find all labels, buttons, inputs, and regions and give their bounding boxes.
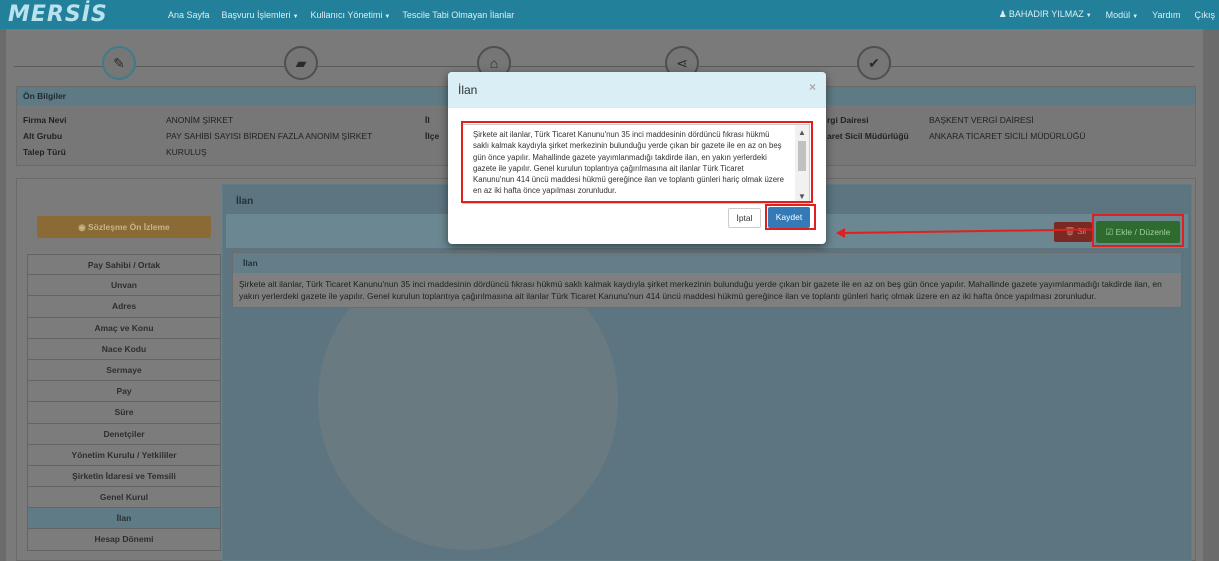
nav-yardim[interactable]: Yardım [1152, 10, 1180, 20]
ilce-label: İlçe [425, 131, 440, 141]
ilan-section-title: İlan [236, 196, 254, 207]
menu-item-ilan[interactable]: İlan [27, 508, 221, 530]
highlight-box-textarea [461, 121, 813, 203]
sicil-mudurlugu-value: ANKARA TİCARET SİCİLİ MÜDÜRLÜĞÜ [929, 131, 1086, 141]
nav-kullanici-yonetimi[interactable]: Kullanıcı Yönetimi ▼ [311, 10, 391, 20]
pencil-icon[interactable]: ✎ [102, 46, 136, 80]
modal-title: İlan [458, 83, 478, 97]
menu-item-amac-konu[interactable]: Amaç ve Konu [27, 317, 221, 339]
menu-item-pay-sahibi[interactable]: Pay Sahibi / Ortak [27, 254, 221, 276]
folder-open-icon[interactable]: ▰ [284, 46, 318, 80]
menu-item-genel-kurul[interactable]: Genel Kurul [27, 487, 221, 509]
close-icon[interactable]: × [809, 80, 816, 94]
top-navbar: MERSİS Ana Sayfa Başvuru İşlemleri ▼ Kull… [0, 0, 1219, 29]
menu-item-pay[interactable]: Pay [27, 381, 221, 403]
vergi-dairesi-value: BAŞKENT VERGİ DAİRESİ [929, 115, 1034, 125]
nav-cikis[interactable]: Çıkış [1194, 10, 1215, 20]
ilan-table: İlan Şirkete ait ilanlar, Türk Ticaret K… [232, 252, 1182, 308]
nav-right-group: ♟ BAHADIR YILMAZ ▼ Modül ▼ Yardım Çıkış [985, 0, 1215, 29]
highlight-box-ekle [1092, 214, 1184, 247]
chevron-down-icon: ▼ [1085, 13, 1092, 19]
mersis-logo[interactable]: MERSİS [8, 2, 168, 27]
menu-item-nace-kodu[interactable]: Nace Kodu [27, 338, 221, 360]
highlight-box-kaydet [765, 204, 816, 230]
chevron-down-icon: ▼ [1132, 13, 1139, 20]
talep-turu-value: KURULUŞ [166, 147, 207, 157]
nav-modul-label: Modül [1105, 9, 1131, 20]
sozlesme-on-izleme-button[interactable]: ◉ Sözleşme Ön İzleme [37, 216, 211, 238]
eye-icon: ◉ [78, 222, 89, 232]
ilan-table-header: İlan [233, 253, 1181, 273]
talep-turu-label: Talep Türü [23, 147, 66, 157]
nav-kullanici-label: Kullanıcı Yönetimi [310, 9, 383, 20]
annotation-arrow-head [836, 228, 845, 238]
nav-tescile-tabi[interactable]: Tescile Tabi Olmayan İlanlar [402, 10, 514, 20]
nav-modul-menu[interactable]: Modül ▼ [1106, 10, 1138, 20]
menu-item-unvan[interactable]: Unvan [27, 275, 221, 297]
ilan-table-cell: Şirkete ait ilanlar, Türk Ticaret Kanunu… [239, 279, 1162, 301]
menu-item-denetciler[interactable]: Denetçiler [27, 423, 221, 445]
check-icon[interactable]: ✔ [857, 46, 891, 80]
chevron-down-icon: ▼ [384, 13, 391, 20]
nav-ana-sayfa[interactable]: Ana Sayfa [168, 10, 210, 20]
firma-nevi-value: ANONİM ŞİRKET [166, 115, 234, 125]
menu-item-sermaye[interactable]: Sermaye [27, 359, 221, 382]
menu-item-hesap-donemi[interactable]: Hesap Dönemi [27, 529, 221, 551]
menu-item-sirketin-idaresi[interactable]: Şirketin İdaresi ve Temsili [27, 465, 221, 488]
menu-item-adres[interactable]: Adres [27, 296, 221, 318]
vergi-dairesi-label: rgi Dairesi [827, 115, 869, 125]
menu-item-yonetim-kurulu[interactable]: Yönetim Kurulu / Yetkililer [27, 444, 221, 466]
il-label: İl [425, 115, 430, 125]
wizard-line [14, 66, 1194, 67]
nav-basvuru-label: Başvuru İşlemleri [221, 9, 291, 20]
nav-user-label: BAHADIR YILMAZ [1008, 9, 1084, 19]
iptal-button[interactable]: İptal [728, 208, 761, 228]
user-icon: ♟ [998, 9, 1007, 19]
sicil-mudurlugu-label: aret Sicil Müdürlüğü [827, 131, 909, 141]
alt-grubu-value: PAY SAHİBİ SAYISI BİRDEN FAZLA ANONİM Şİ… [166, 131, 373, 141]
modal-header: İlan × [448, 72, 826, 108]
sozlesme-on-izleme-label: Sözleşme Ön İzleme [88, 222, 170, 232]
nav-user-menu[interactable]: ♟ BAHADIR YILMAZ ▼ [999, 9, 1092, 20]
firma-nevi-label: Firma Nevi [23, 115, 67, 125]
menu-item-sure[interactable]: Süre [27, 402, 221, 424]
nav-basvuru-islemleri[interactable]: Başvuru İşlemleri ▼ [222, 10, 299, 20]
left-menu: Pay Sahibi / Ortak Unvan Adres Amaç ve K… [27, 254, 221, 551]
chevron-down-icon: ▼ [292, 13, 299, 20]
alt-grubu-label: Alt Grubu [23, 131, 63, 141]
sil-button[interactable]: 🗑 Sil [1054, 222, 1092, 242]
